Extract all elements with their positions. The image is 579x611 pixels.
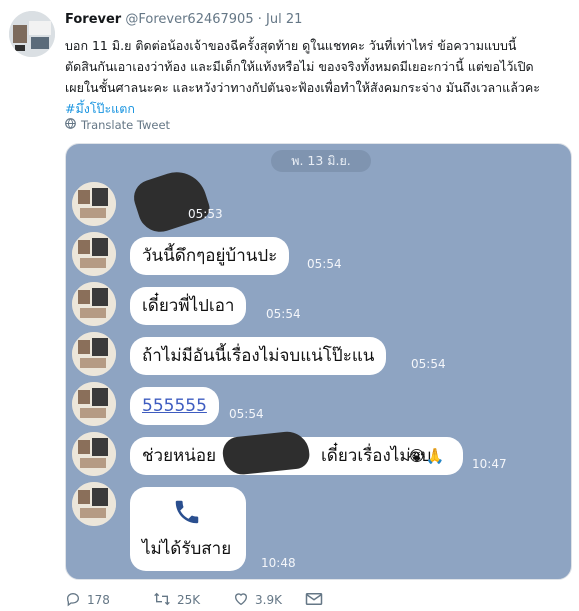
like-count: 3.9K (255, 593, 282, 607)
message-bubble: ถ้าไม่มีอันนี้เรื่องไม่จบแน่โป๊ะแน (130, 337, 387, 375)
display-name[interactable]: Forever (65, 12, 121, 27)
globe-icon (65, 118, 76, 132)
chat-date-header: พ. 13 มิ.ย. (271, 150, 371, 172)
tweet-text-line-3: เผยในชั้นศาลนะคะ และหวังว่าทางกัปตันจะฟ้… (65, 80, 540, 95)
chat-avatar (72, 432, 116, 476)
message-text-before: ช่วยหน่อย (142, 446, 217, 466)
tweet-text-line-2: ตัดสินกันเอาเองว่าท้อง และมีเด็กให้แท้งห… (65, 59, 534, 74)
message-time: 10:48 (261, 556, 296, 570)
chat-avatar (72, 282, 116, 326)
message-bubble: วันนี้ดึกๆอยู่บ้านปะ (130, 237, 290, 275)
chat-avatar (72, 232, 116, 276)
envelope-icon (305, 592, 323, 609)
chat-avatar (72, 482, 116, 526)
phone-icon (172, 497, 202, 532)
direct-message-button[interactable] (305, 592, 323, 609)
chat-avatar (72, 332, 116, 376)
chat-screenshot-image[interactable]: พ. 13 มิ.ย. 05:53 วันนี้ดึกๆอยู่บ้านปะ 0… (65, 143, 572, 580)
tweet-text: บอก 11 มิ.ย ติดต่อน้องเจ้าของฉีครั้งสุดท… (65, 35, 565, 119)
message-time: 05:54 (411, 357, 446, 371)
translate-tweet-button[interactable]: Translate Tweet (65, 118, 170, 132)
tweet-date[interactable]: Jul 21 (266, 12, 302, 27)
censored-message (129, 164, 213, 238)
hashtag-link[interactable]: #มึ้งโป๊ะแตก (65, 98, 565, 119)
tweet-text-line-1: บอก 11 มิ.ย ติดต่อน้องเจ้าของฉีครั้งสุดท… (65, 38, 517, 53)
retweet-icon (153, 591, 171, 610)
chat-avatar (72, 182, 116, 226)
message-time: 10:47 (472, 457, 507, 471)
tweet-actions: 178 25K 3.9K (65, 590, 565, 610)
message-time: 05:54 (266, 307, 301, 321)
message-time: 05:54 (229, 407, 264, 421)
profile-avatar[interactable] (9, 11, 55, 57)
heart-icon (233, 591, 249, 610)
reply-button[interactable]: 178 (65, 591, 153, 610)
tweet: Forever @Forever62467905 · Jul 21 บอก 11… (0, 0, 579, 611)
like-button[interactable]: 3.9K (233, 591, 305, 610)
message-bubble: เดี๋ยวพี่ไปเอา (130, 287, 247, 325)
message-bubble-link: 555555 (130, 387, 219, 425)
missed-call-bubble: ไม่ได้รับสาย (130, 487, 246, 571)
tweet-header: Forever @Forever62467905 · Jul 21 (65, 12, 302, 27)
reply-count: 178 (87, 593, 110, 607)
crying-praying-emoji: 😭🙏 (408, 447, 445, 465)
message-time: 05:53 (188, 207, 223, 221)
message-time: 05:54 (307, 257, 342, 271)
retweet-count: 25K (177, 593, 201, 607)
retweet-button[interactable]: 25K (153, 591, 233, 610)
missed-call-label: ไม่ได้รับสาย (142, 539, 232, 559)
chat-avatar (72, 382, 116, 426)
user-handle[interactable]: @Forever62467905 (125, 12, 253, 27)
reply-icon (65, 591, 81, 610)
translate-label: Translate Tweet (81, 118, 171, 132)
separator-dot: · (257, 12, 262, 27)
